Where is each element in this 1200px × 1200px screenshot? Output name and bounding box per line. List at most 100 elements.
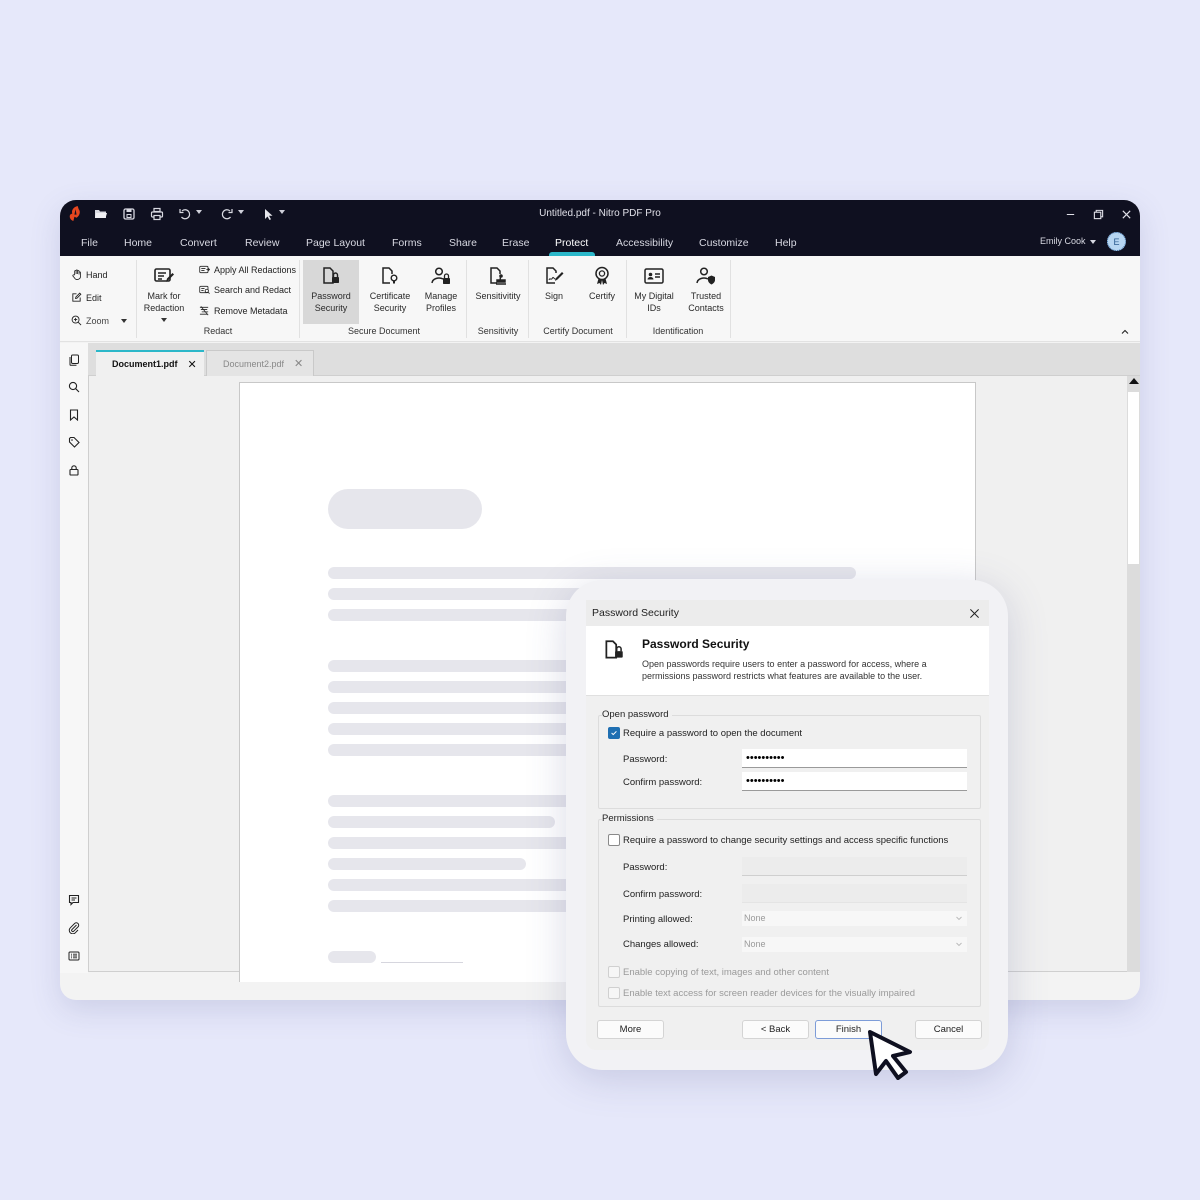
- certify-button[interactable]: Certify: [582, 260, 622, 324]
- document-tab-2[interactable]: Document2.pdf ✕: [206, 350, 314, 376]
- ribbon-separator: [299, 260, 300, 338]
- user-name[interactable]: Emily Cook: [1040, 236, 1086, 246]
- fields-list-icon[interactable]: [68, 949, 80, 961]
- undo-dropdown[interactable]: [196, 210, 202, 214]
- print-icon[interactable]: [148, 205, 166, 223]
- search-and-redact-button[interactable]: Search and Redact: [199, 284, 291, 295]
- dialog-description: Open passwords require users to enter a …: [642, 659, 927, 681]
- menu-protect[interactable]: Protect: [555, 237, 588, 249]
- my-digital-ids-button[interactable]: My Digital IDs: [630, 260, 678, 324]
- mark-redaction-icon: [153, 262, 175, 290]
- hand-tool-button[interactable]: Hand: [71, 269, 108, 280]
- back-button[interactable]: < Back: [742, 1020, 809, 1039]
- manage-profiles-button[interactable]: Manage Profiles: [417, 260, 465, 324]
- document-tabs-bar: Document1.pdf ✕ Document2.pdf ✕: [88, 343, 1140, 376]
- select-dropdown[interactable]: [279, 210, 285, 214]
- checkbox-disabled[interactable]: [608, 966, 620, 978]
- vertical-scrollbar[interactable]: [1127, 376, 1140, 972]
- changes-allowed-select[interactable]: None: [742, 937, 967, 952]
- open-confirm-password-input[interactable]: ••••••••••: [742, 772, 967, 791]
- ribbon-separator: [730, 260, 731, 338]
- nitro-logo-icon: [66, 204, 84, 222]
- menu-help[interactable]: Help: [775, 237, 797, 249]
- undo-icon[interactable]: [176, 205, 194, 223]
- enable-copying-checkbox[interactable]: Enable copying of text, images and other…: [608, 966, 829, 978]
- certificate-security-icon: [379, 262, 401, 290]
- menu-convert[interactable]: Convert: [180, 237, 217, 249]
- permissions-confirm-password-label: Confirm password:: [623, 889, 703, 900]
- require-open-password-checkbox[interactable]: Require a password to open the document: [608, 727, 802, 739]
- redo-icon[interactable]: [218, 205, 236, 223]
- dialog-close-button[interactable]: [965, 604, 983, 622]
- cancel-button[interactable]: Cancel: [915, 1020, 982, 1039]
- remove-metadata-label: Remove Metadata: [214, 305, 288, 316]
- zoom-label: Zoom: [86, 315, 110, 326]
- menu-forms[interactable]: Forms: [392, 237, 422, 249]
- save-icon[interactable]: [120, 205, 138, 223]
- group-label-secure-document: Secure Document: [347, 326, 421, 336]
- minimize-button[interactable]: [1060, 204, 1080, 224]
- open-folder-icon[interactable]: [92, 205, 110, 223]
- title-bar: Untitled.pdf - Nitro PDF Pro: [60, 200, 1140, 228]
- password-security-label-2: Security: [314, 303, 348, 313]
- password-security-icon: [320, 262, 342, 290]
- menu-erase[interactable]: Erase: [502, 237, 529, 249]
- certify-icon: [591, 262, 613, 290]
- password-security-button[interactable]: Password Security: [303, 260, 359, 324]
- search-icon[interactable]: [68, 380, 80, 393]
- digital-id-card-icon: [643, 262, 665, 290]
- enable-screen-reader-checkbox[interactable]: Enable text access for screen reader dev…: [608, 987, 915, 999]
- close-tab-icon[interactable]: ✕: [294, 357, 303, 370]
- group-label-redact: Redact: [203, 326, 233, 336]
- trusted-contacts-icon: [695, 262, 717, 290]
- zoom-tool-button[interactable]: Zoom: [71, 315, 128, 326]
- close-tab-icon[interactable]: ✕: [188, 358, 197, 371]
- remove-metadata-icon: [199, 306, 209, 316]
- trusted-contacts-button[interactable]: Trusted Contacts: [682, 260, 730, 324]
- menu-file[interactable]: File: [81, 237, 98, 249]
- scrollbar-thumb[interactable]: [1128, 392, 1139, 564]
- password-security-icon: [605, 640, 623, 659]
- pages-icon[interactable]: [68, 353, 80, 366]
- permissions-password-input[interactable]: [742, 857, 967, 876]
- certificate-security-button[interactable]: Certificate Security: [363, 260, 417, 324]
- checkbox-disabled[interactable]: [608, 987, 620, 999]
- select-cursor-icon[interactable]: [260, 205, 278, 223]
- checkbox-unchecked[interactable]: [608, 834, 620, 846]
- user-menu-caret[interactable]: [1090, 240, 1096, 244]
- restore-button[interactable]: [1088, 204, 1108, 224]
- printing-allowed-select[interactable]: None: [742, 911, 967, 926]
- lock-icon[interactable]: [68, 463, 80, 476]
- mark-for-redaction-button[interactable]: Mark for Redaction: [140, 260, 188, 324]
- menu-home[interactable]: Home: [124, 237, 152, 249]
- scroll-up-arrow[interactable]: [1129, 378, 1139, 384]
- sign-button[interactable]: Sign: [534, 260, 574, 324]
- redo-dropdown[interactable]: [238, 210, 244, 214]
- attachment-icon[interactable]: [68, 921, 80, 935]
- menu-customize[interactable]: Customize: [699, 237, 749, 249]
- require-open-password-label: Require a password to open the document: [623, 727, 803, 739]
- menu-accessibility[interactable]: Accessibility: [616, 237, 673, 249]
- manage-profiles-label-1: Manage: [424, 291, 458, 301]
- collapse-ribbon-icon[interactable]: [1120, 324, 1130, 334]
- sensitivity-button[interactable]: Sensitivitity: [470, 260, 526, 324]
- avatar[interactable]: E: [1107, 232, 1126, 251]
- menu-review[interactable]: Review: [245, 237, 279, 249]
- comment-icon[interactable]: [68, 893, 80, 906]
- permissions-legend: Permissions: [602, 813, 657, 824]
- apply-all-redactions-button[interactable]: Apply All Redactions: [199, 264, 296, 275]
- bookmark-icon[interactable]: [68, 408, 80, 422]
- close-button[interactable]: [1116, 204, 1136, 224]
- certificate-security-label-2: Security: [373, 303, 407, 313]
- edit-tool-button[interactable]: Edit: [71, 292, 102, 303]
- menu-page-layout[interactable]: Page Layout: [306, 237, 365, 249]
- open-password-input[interactable]: ••••••••••: [742, 749, 967, 768]
- more-button[interactable]: More: [597, 1020, 664, 1039]
- menu-share[interactable]: Share: [449, 237, 477, 249]
- require-permissions-password-checkbox[interactable]: Require a password to change security se…: [608, 834, 948, 846]
- permissions-confirm-password-input[interactable]: [742, 884, 967, 903]
- remove-metadata-button[interactable]: Remove Metadata: [199, 305, 288, 316]
- checkbox-checked[interactable]: [608, 727, 620, 739]
- document-tab-1[interactable]: Document1.pdf ✕: [96, 350, 204, 376]
- tag-icon[interactable]: [68, 435, 80, 448]
